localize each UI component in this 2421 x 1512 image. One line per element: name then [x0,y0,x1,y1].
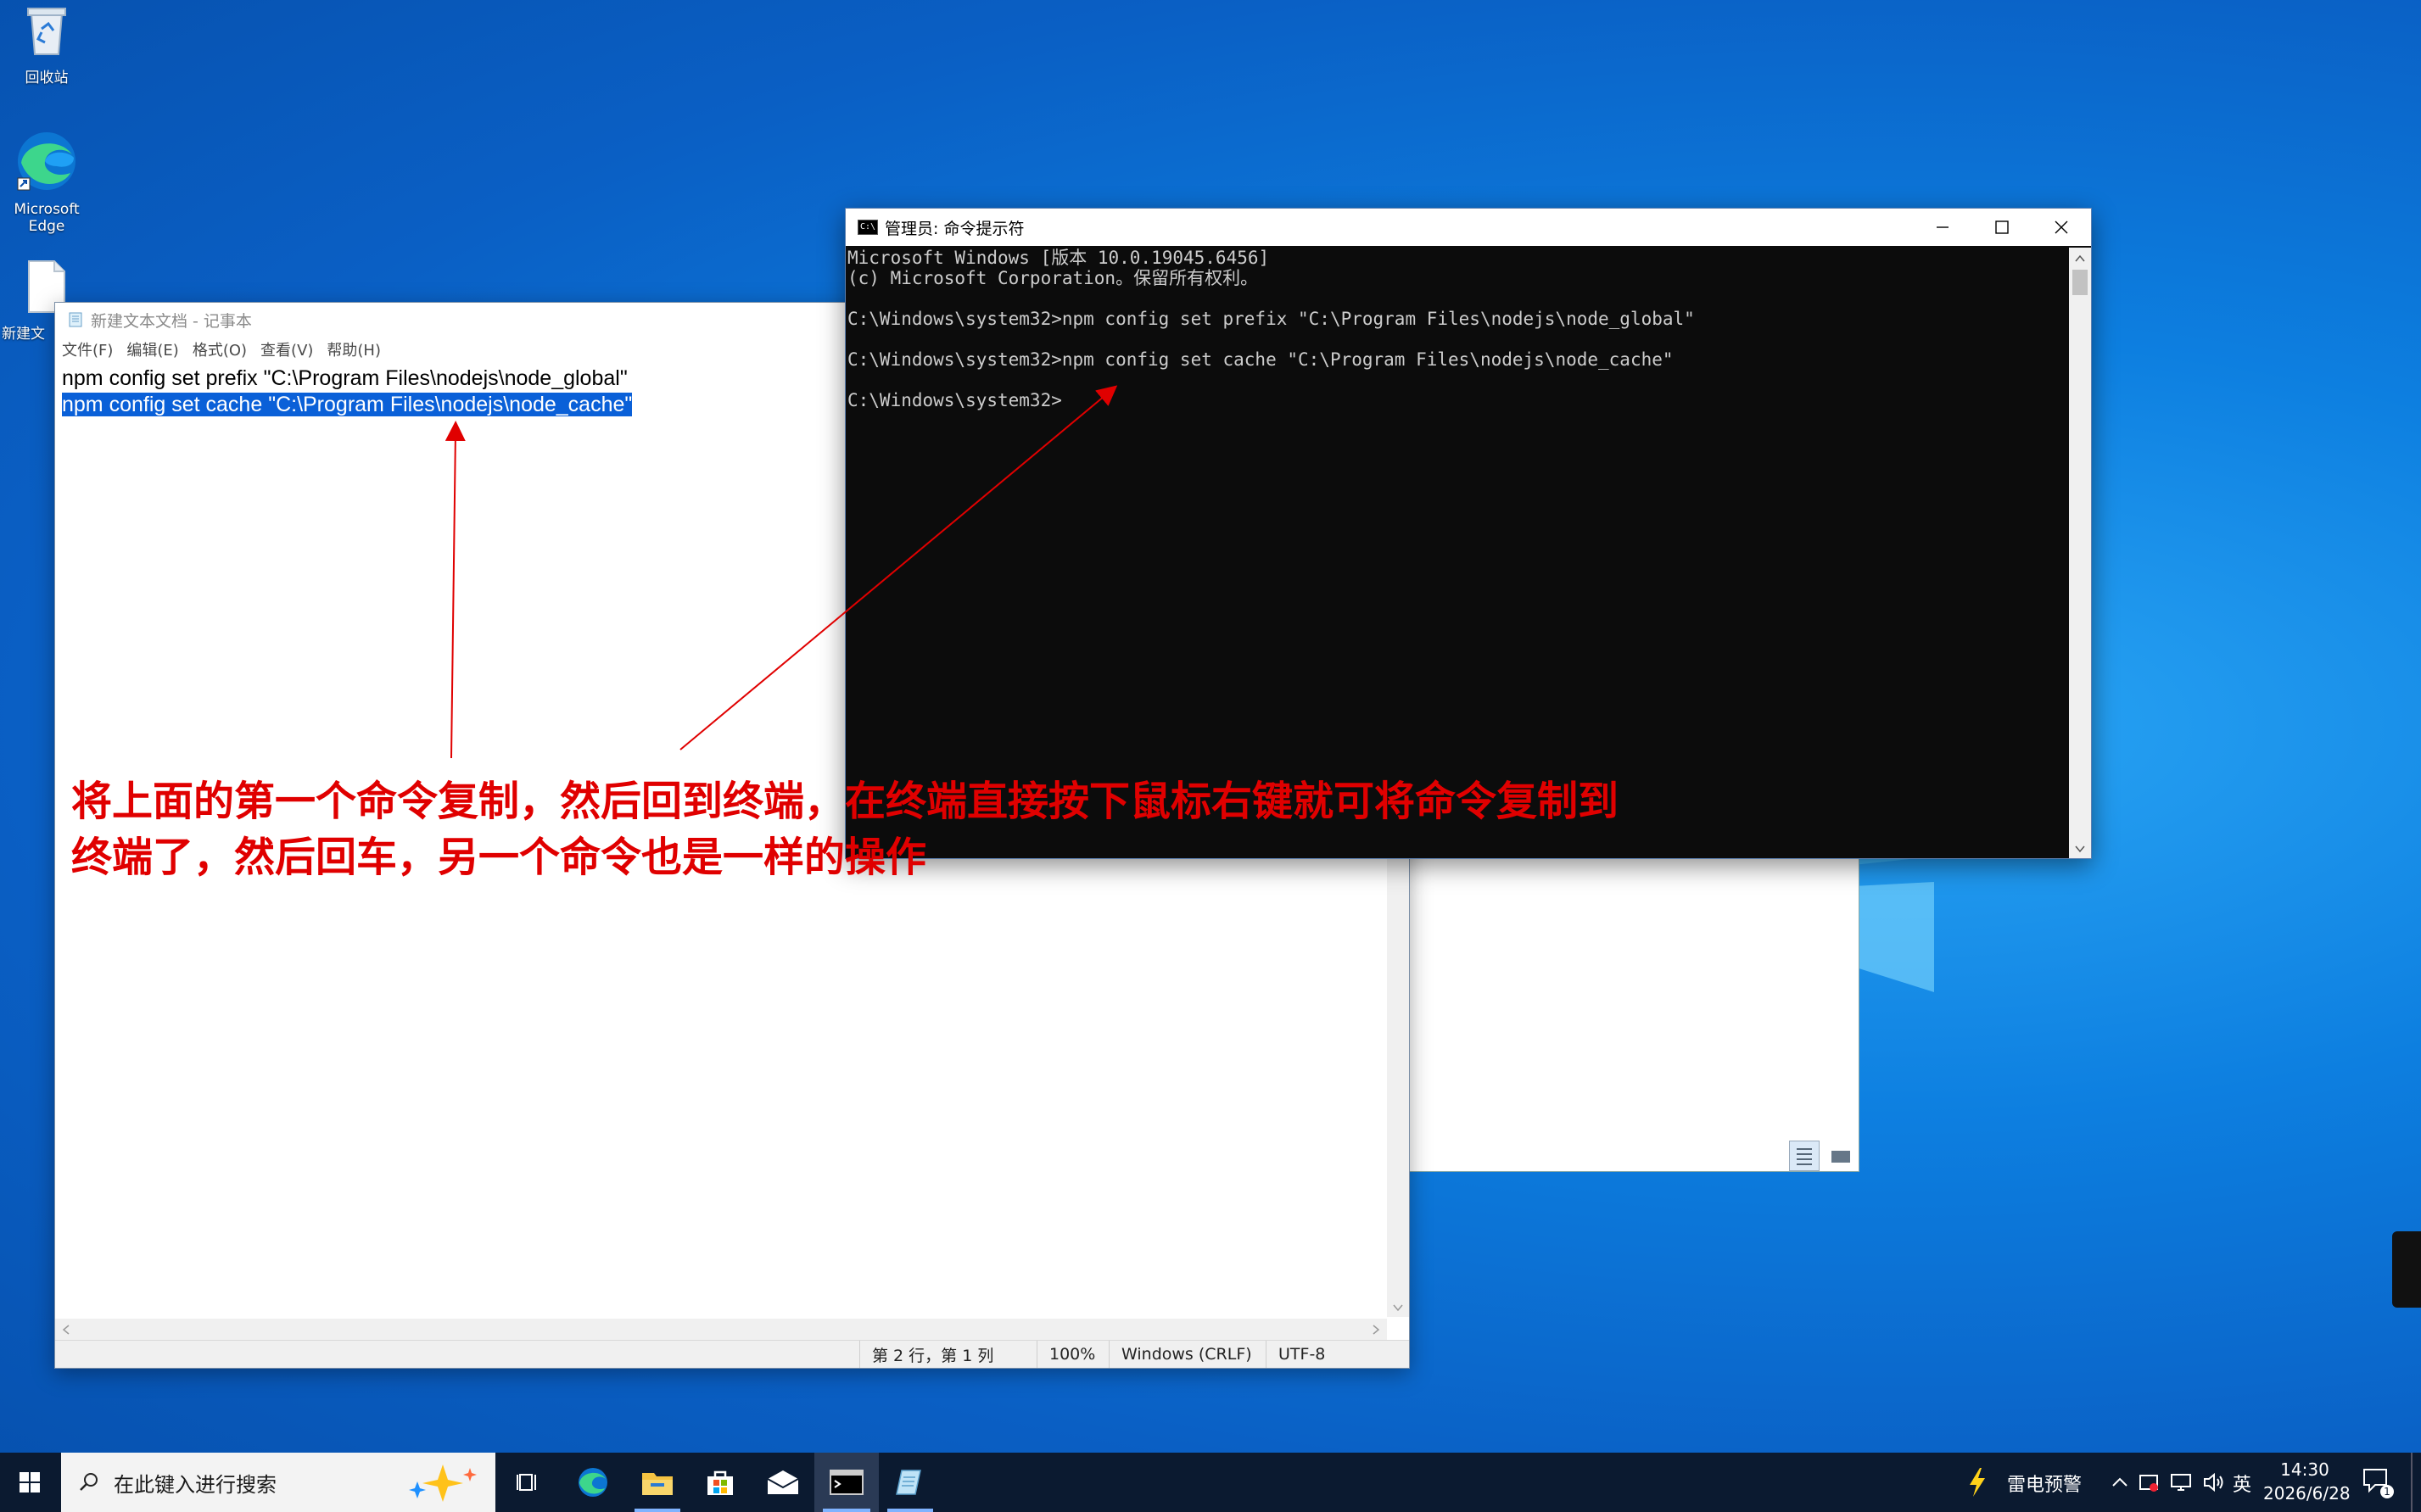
close-icon [2055,220,2068,234]
status-line-ending: Windows (CRLF) [1109,1341,1266,1368]
ime-indicator[interactable]: 英 [2233,1470,2251,1497]
windows-start-icon [20,1472,40,1492]
scroll-left-arrow-icon[interactable] [62,1325,70,1335]
menu-edit[interactable]: 编辑(E) [126,338,178,360]
weather-alert-text[interactable]: 雷电预警 [2007,1470,2082,1497]
menu-help[interactable]: 帮助(H) [327,338,381,360]
clock-date: 2026/6/28 [2263,1483,2351,1504]
cmd-app-icon: C:\ [858,220,878,235]
scroll-right-arrow-icon[interactable] [1372,1325,1380,1335]
desktop-icon-label-line2: Edge [28,218,65,235]
status-cursor-position: 第 2 行，第 1 列 [859,1341,1037,1368]
desktop-icon-label-line1: Microsoft [14,201,80,218]
view-preview-icon[interactable] [1826,1142,1855,1171]
text-line-2-selected: npm config set cache "C:\Program Files\n… [62,393,633,416]
notepad-title: 新建文本文档 - 记事本 [91,311,252,331]
action-center-button[interactable]: 1 [2362,1466,2396,1500]
scroll-thumb[interactable] [2072,270,2088,295]
mail-icon [767,1470,799,1494]
store-bag-icon [707,1470,733,1495]
volume-icon[interactable] [2202,1471,2226,1493]
desktop-icon-recycle-bin[interactable]: 回收站 [0,5,93,86]
notification-count-badge: 1 [2380,1485,2394,1498]
annotation-line-1: 将上面的第一个命令复制，然后回到终端，在终端直接按下鼠标右键就可将命令复制到 [71,778,1619,825]
search-icon [80,1473,98,1491]
tray-expand-chevron-icon[interactable] [2111,1473,2129,1492]
minimize-button[interactable] [1913,209,1972,246]
minimize-icon [1937,226,1949,228]
menu-file[interactable]: 文件(F) [62,338,113,360]
show-desktop-button[interactable] [2411,1453,2413,1512]
side-panel-handle[interactable] [2392,1231,2421,1308]
console-line: (c) Microsoft Corporation。保留所有权利。 [847,268,1259,288]
cmd-console[interactable]: Microsoft Windows [版本 10.0.19045.6456] (… [847,248,2069,858]
status-encoding: UTF-8 [1266,1341,1337,1368]
clock-time: 14:30 [2280,1459,2329,1480]
background-window[interactable] [1408,840,1859,1172]
lightning-warning-icon[interactable] [1966,1466,1988,1498]
menu-format[interactable]: 格式(O) [193,338,247,360]
edge-icon [579,1468,607,1497]
view-details-icon[interactable] [1789,1141,1820,1171]
taskbar-file-explorer[interactable] [626,1453,689,1512]
console-line: Microsoft Windows [版本 10.0.19045.6456] [847,248,1270,268]
taskbar-mail[interactable] [752,1453,814,1512]
cmd-scrollbar[interactable] [2069,248,2091,858]
network-icon[interactable] [2170,1471,2192,1493]
task-view-button[interactable] [502,1453,553,1512]
task-view-icon [517,1474,536,1491]
recycle-bin-icon [27,8,66,55]
maximize-button[interactable] [1972,209,2032,246]
folder-icon [642,1473,673,1495]
horizontal-scrollbar[interactable] [55,1319,1387,1341]
annotation-line-2: 终端了，然后回车，另一个命令也是一样的操作 [71,834,927,881]
security-shield-icon[interactable] [2138,1471,2160,1493]
notepad-icon [896,1470,921,1495]
search-placeholder: 在此键入进行搜索 [114,1472,277,1497]
notepad-app-icon [69,312,82,327]
notepad-statusbar: 第 2 行，第 1 列 100% Windows (CRLF) UTF-8 [55,1340,1409,1368]
menu-view[interactable]: 查看(V) [260,338,313,360]
cmd-title: 管理员: 命令提示符 [885,219,1025,238]
taskbar-cmd[interactable] [814,1453,879,1512]
scroll-down-arrow-icon[interactable] [2075,845,2085,853]
text-line-1: npm config set prefix "C:\Program Files\… [62,366,628,390]
taskbar-notepad[interactable] [879,1453,942,1512]
scroll-up-arrow-icon[interactable] [2075,254,2085,263]
start-button[interactable] [0,1453,59,1512]
console-line: C:\Windows\system32>npm config set prefi… [847,309,1695,329]
cmd-icon [830,1470,864,1495]
taskbar-search-box[interactable]: 在此键入进行搜索 [61,1453,495,1512]
clock[interactable]: 14:30 2026/6/28 [2263,1458,2351,1505]
status-zoom: 100% [1037,1341,1109,1368]
cmd-titlebar[interactable]: C:\ 管理员: 命令提示符 [846,209,2091,246]
cmd-window[interactable]: C:\ 管理员: 命令提示符 Microsoft Windows [版本 10.… [845,208,2092,859]
console-line: C:\Windows\system32>npm config set cache… [847,349,1674,370]
scroll-down-arrow-icon[interactable] [1393,1303,1403,1312]
close-button[interactable] [2032,209,2091,246]
taskbar-store[interactable] [689,1453,752,1512]
taskbar: 在此键入进行搜索 雷电预警 英 14:30 2026/6/28 1 [0,1453,2421,1512]
desktop-icon-label: 回收站 [25,70,69,86]
desktop-icon-edge[interactable]: Microsoft Edge [0,129,93,235]
taskbar-edge[interactable] [562,1453,624,1512]
search-highlight-sparkle-icon[interactable] [400,1461,485,1504]
console-prompt[interactable]: C:\Windows\system32> [847,390,2069,410]
annotation-text: 将上面的第一个命令复制，然后回到终端，在终端直接按下鼠标右键就可将命令复制到 终… [71,773,1853,885]
maximize-icon [1995,220,2009,234]
edge-icon [17,132,75,191]
